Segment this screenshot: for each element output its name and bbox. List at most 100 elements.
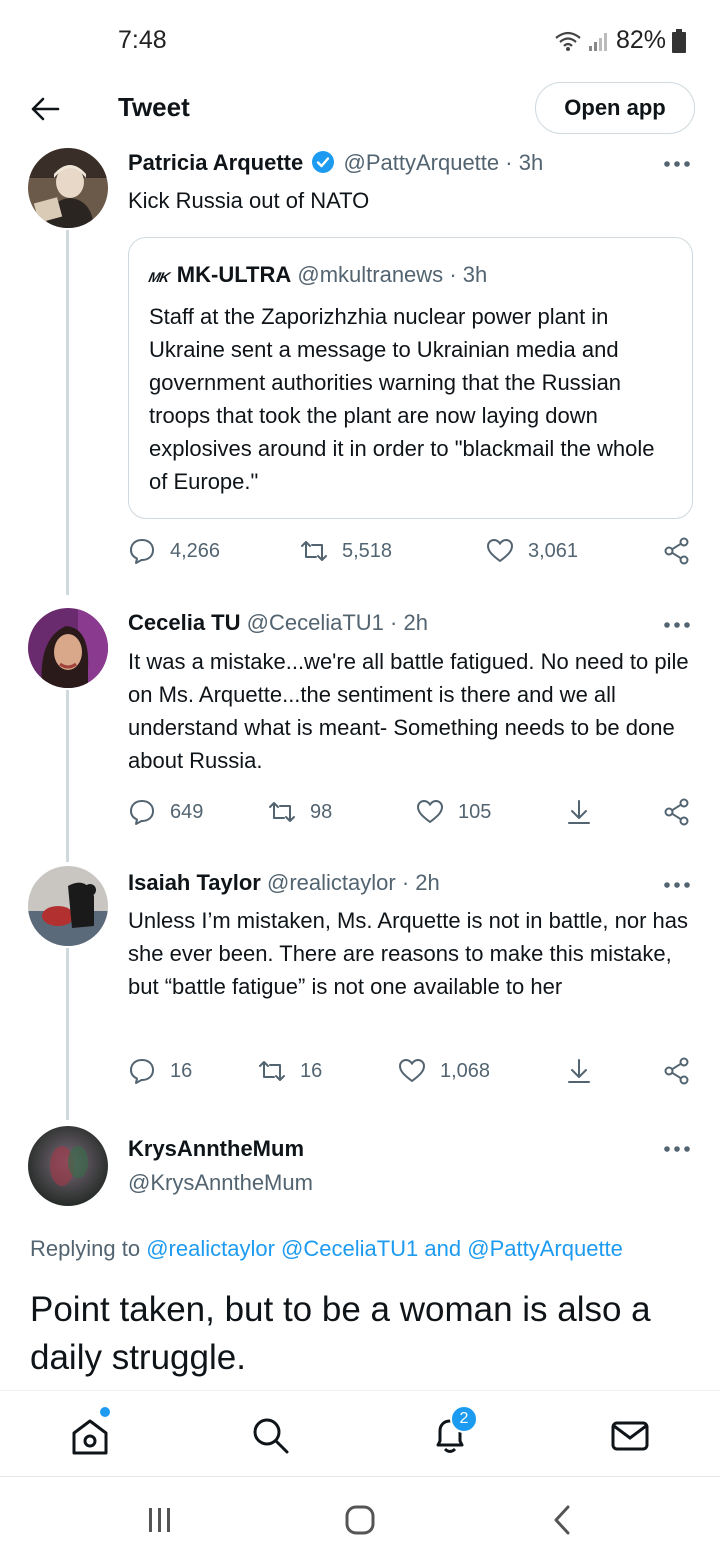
tweet-actions: 649 98 105	[128, 798, 698, 834]
like-count: 3,061	[528, 539, 579, 562]
heart-icon	[399, 1059, 425, 1082]
heart-icon	[417, 800, 443, 823]
author-name[interactable]: Patricia Arquette	[128, 150, 303, 175]
reply-icon	[130, 539, 154, 564]
like-count: 1,068	[440, 1059, 491, 1082]
reply-button[interactable]: 16	[128, 1057, 192, 1085]
more-options-icon[interactable]	[662, 1144, 692, 1154]
retweet-count: 98	[310, 800, 333, 823]
avatar[interactable]	[28, 1126, 108, 1206]
quoted-tweet[interactable]: MK MK-ULTRA @mkultranews · 3h Staff at th…	[128, 237, 693, 519]
messages-icon[interactable]	[606, 1411, 654, 1459]
quote-author-name: MK-ULTRA	[176, 262, 292, 287]
reply-count: 16	[170, 1059, 193, 1082]
main-tweet-text: Point taken, but to be a woman is also a…	[30, 1290, 651, 1377]
tweet-text: Unless I’m mistaken, Ms. Arquette is not…	[128, 908, 689, 999]
thread-connector	[66, 230, 69, 595]
back-arrow-icon[interactable]	[28, 92, 62, 126]
more-options-icon[interactable]	[662, 620, 692, 630]
thread-connector	[66, 690, 69, 862]
tweet-header: Cecelia TU @CeceliaTU1 · 2h	[128, 610, 428, 636]
author-handle[interactable]: @realictaylor	[267, 870, 396, 895]
avatar[interactable]	[28, 608, 108, 688]
status-icons: 82%	[554, 26, 686, 55]
retweet-button[interactable]: 5,518	[300, 537, 392, 565]
author-handle[interactable]: @PattyArquette	[344, 150, 500, 175]
author-handle[interactable]: @CeceliaTU1	[247, 610, 384, 635]
main-tweet-author: KrysAnntheMum	[128, 1136, 304, 1162]
dot-separator: ·	[390, 610, 404, 635]
reply-count: 4,266	[170, 539, 221, 562]
and-word: and	[424, 1236, 462, 1261]
tweet-actions: 16 16 1,068	[128, 1057, 698, 1093]
replying-prefix: Replying to	[30, 1236, 141, 1261]
author-name[interactable]: KrysAnntheMum	[128, 1136, 304, 1161]
tweet-header: Patricia Arquette @PattyArquette · 3h	[128, 150, 543, 176]
retweet-count: 16	[300, 1059, 323, 1082]
dot-separator: ·	[449, 262, 463, 287]
notification-badge: 2	[450, 1405, 478, 1433]
page-title: Tweet	[118, 92, 190, 122]
top-header: Tweet Open app	[0, 80, 720, 140]
main-tweet-handle-row: @KrysAnntheMum	[128, 1170, 313, 1196]
reply-button[interactable]: 4,266	[128, 537, 220, 565]
recent-apps-icon[interactable]	[140, 1503, 180, 1537]
tweet-text: It was a mistake...we're all battle fati…	[128, 649, 689, 773]
tweet-time[interactable]: 3h	[519, 150, 543, 175]
quote-header: MK MK-ULTRA @mkultranews · 3h	[147, 262, 488, 288]
mention-link[interactable]: @CeceliaTU1	[281, 1236, 418, 1261]
search-icon[interactable]	[246, 1411, 294, 1459]
like-button[interactable]: 3,061	[486, 537, 578, 565]
retweet-button[interactable]: 16	[258, 1057, 322, 1085]
download-icon[interactable]	[565, 1057, 593, 1085]
like-button[interactable]: 1,068	[398, 1057, 490, 1085]
open-app-button[interactable]: Open app	[535, 82, 695, 134]
reply-count: 649	[170, 800, 204, 823]
quote-author-handle: @mkultranews	[297, 262, 444, 287]
thread-connector	[66, 948, 69, 1120]
download-icon[interactable]	[565, 798, 593, 826]
signal-icon	[588, 32, 607, 51]
tweet-actions: 4,266 5,518 3,061	[128, 537, 698, 573]
like-count: 105	[458, 800, 492, 823]
quote-time: 3h	[462, 262, 488, 287]
reply-button[interactable]: 649	[128, 798, 203, 826]
home-button-icon[interactable]	[340, 1503, 380, 1537]
dot-separator: ·	[505, 150, 519, 175]
retweet-icon	[301, 541, 327, 561]
mention-link[interactable]: @PattyArquette	[467, 1236, 623, 1261]
share-icon[interactable]	[663, 1057, 691, 1085]
battery-percent: 82%	[615, 26, 666, 54]
share-icon[interactable]	[663, 798, 691, 826]
tweet-time[interactable]: 2h	[415, 870, 439, 895]
replying-to: Replying to @realictaylor @CeceliaTU1 an…	[30, 1236, 623, 1262]
status-bar: 7:48 82%	[0, 0, 720, 80]
heart-icon	[487, 539, 513, 562]
like-button[interactable]: 105	[416, 798, 491, 826]
more-options-icon[interactable]	[662, 880, 692, 890]
retweet-count: 5,518	[342, 539, 393, 562]
verified-badge-icon	[312, 151, 335, 173]
retweet-icon	[269, 802, 295, 822]
unread-dot	[100, 1407, 110, 1417]
avatar[interactable]	[28, 148, 108, 228]
status-time: 7:48	[118, 26, 167, 54]
avatar[interactable]	[28, 866, 108, 946]
home-icon[interactable]	[66, 1411, 114, 1459]
system-navigation-bar	[0, 1476, 720, 1560]
tweet-header: Isaiah Taylor @realictaylor · 2h	[128, 870, 440, 896]
author-name[interactable]: Cecelia TU	[128, 610, 241, 635]
share-icon[interactable]	[663, 537, 691, 565]
author-handle[interactable]: @KrysAnntheMum	[128, 1170, 313, 1195]
quote-text: Staff at the Zaporizhzhia nuclear power …	[149, 304, 655, 494]
retweet-button[interactable]: 98	[268, 798, 332, 826]
quote-logo-icon: MK	[147, 269, 171, 285]
author-name[interactable]: Isaiah Taylor	[128, 870, 261, 895]
reply-icon	[130, 800, 154, 825]
mention-link[interactable]: @realictaylor	[146, 1236, 275, 1261]
tweet-time[interactable]: 2h	[403, 610, 427, 635]
wifi-icon	[555, 31, 581, 51]
reply-icon	[130, 1059, 154, 1084]
more-options-icon[interactable]	[662, 159, 692, 169]
back-button-icon[interactable]	[542, 1503, 582, 1537]
